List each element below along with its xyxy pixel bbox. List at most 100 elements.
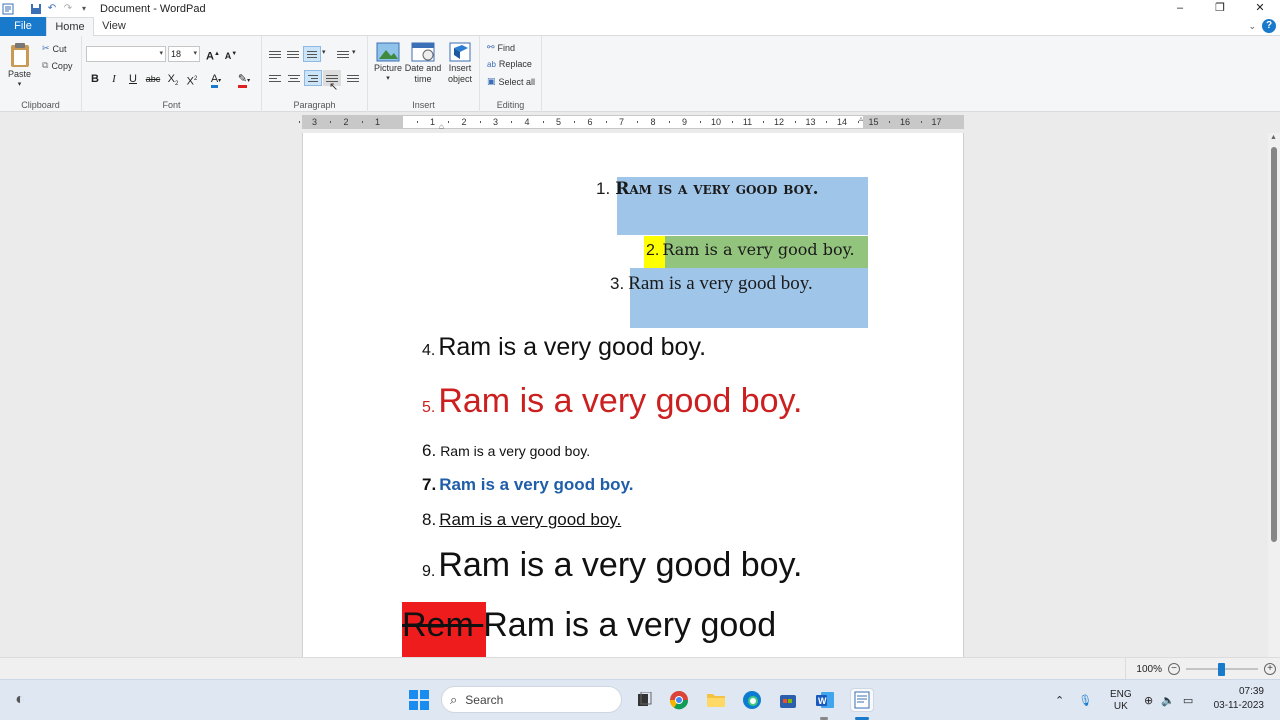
horizontal-ruler[interactable]: ⌂ ▵ 3 2 1 1 2 3 4 5 6 7 8 9 10 11 12 13 14 15 16 17 xyxy=(298,114,964,131)
vertical-scrollbar[interactable]: ▲ xyxy=(1268,133,1280,657)
clock[interactable]: 07:39 03-11-2023 xyxy=(1214,685,1264,713)
help-icon[interactable]: ? xyxy=(1262,19,1276,33)
ribbon-tabs: File Home View ⌄ ? xyxy=(0,17,1280,37)
chrome-icon[interactable] xyxy=(667,688,691,712)
list-item-1[interactable]: 1. Ram is a very good boy. xyxy=(596,179,819,199)
wordpad-taskbar-icon[interactable] xyxy=(850,688,874,712)
list-button[interactable] xyxy=(303,46,321,62)
ruler-tick xyxy=(574,121,576,123)
list-text: Ram is a very good boy. xyxy=(440,443,591,459)
date-time-button[interactable]: Date and time xyxy=(404,42,442,85)
zoom-slider-knob[interactable] xyxy=(1218,663,1225,676)
tab-view[interactable]: View xyxy=(96,17,132,37)
scrollbar-thumb[interactable] xyxy=(1271,147,1277,542)
widgets-icon[interactable]: ◐ xyxy=(8,688,32,712)
language-indicator[interactable]: ENG UK xyxy=(1110,680,1132,720)
file-explorer-icon[interactable] xyxy=(704,688,728,712)
undo-icon[interactable]: ↶ xyxy=(44,2,60,16)
list-item-4[interactable]: 4. Ram is a very good boy. xyxy=(422,333,706,362)
clock-date: 03-11-2023 xyxy=(1213,700,1264,711)
subscript-button[interactable]: X2 xyxy=(164,71,182,87)
scroll-up-icon[interactable]: ▲ xyxy=(1270,134,1277,141)
italic-button[interactable]: I xyxy=(105,71,123,87)
ruler-indent-marker[interactable]: ⌂ xyxy=(439,122,444,131)
minimize-button[interactable]: – xyxy=(1160,0,1200,17)
list-item-3[interactable]: 3. Ram is a very good boy. xyxy=(610,273,813,295)
cut-button[interactable]: ✂ Cut xyxy=(42,43,67,54)
ruler-number: 8 xyxy=(650,117,656,127)
list-item-10[interactable]: Rem Ram is a very good xyxy=(402,606,776,645)
customize-qat-icon[interactable]: ▾ xyxy=(76,2,92,16)
zoom-in-button[interactable]: + xyxy=(1264,663,1276,675)
tray-chevron-icon[interactable]: ⌃ xyxy=(1055,694,1064,707)
edge-icon[interactable] xyxy=(740,688,764,712)
list-number: 6. xyxy=(422,441,437,460)
find-button[interactable]: ⚯ Find xyxy=(487,42,515,53)
zoom-level: 100% xyxy=(1136,663,1162,675)
volume-icon[interactable]: 🔈 xyxy=(1161,694,1175,707)
ruler-right-indent-marker[interactable]: ▵ xyxy=(859,114,863,123)
line-spacing-button[interactable] xyxy=(334,46,352,62)
list-number: 9. xyxy=(422,563,436,580)
shrink-font-button[interactable]: A▼ xyxy=(222,46,240,62)
scissors-icon: ✂ xyxy=(42,43,50,53)
zoom-out-button[interactable]: − xyxy=(1168,663,1180,675)
list-item-5[interactable]: 5.Ram is a very good boy. xyxy=(422,382,802,421)
text-color-button[interactable]: A▾ xyxy=(204,71,228,88)
list-item-8[interactable]: 8. Ram is a very good boy. xyxy=(422,510,621,530)
insert-object-button[interactable]: Insert object xyxy=(444,42,476,85)
font-size-select[interactable]: 18 ▾ xyxy=(168,46,200,62)
start-icon[interactable] xyxy=(407,688,431,712)
line-spacing-dropdown[interactable]: ▾ xyxy=(352,48,356,56)
save-icon[interactable] xyxy=(28,2,44,16)
editing-group: ⚯ Find ab Replace ▣ Select all Editing xyxy=(480,36,542,112)
list-text: Ram is a very good boy. xyxy=(439,510,622,529)
ruler-tick xyxy=(668,121,670,123)
highlight-color-button[interactable]: ✎▾ xyxy=(232,71,256,88)
redo-icon[interactable]: ↷ xyxy=(60,2,76,16)
strikethrough-button[interactable]: abc xyxy=(144,71,162,87)
network-icon[interactable]: ⊕ xyxy=(1144,694,1153,707)
font-family-select[interactable]: ▾ xyxy=(86,46,166,62)
tab-file[interactable]: File xyxy=(0,17,46,36)
taskbar-search[interactable]: ⌕ Search xyxy=(441,686,622,713)
restore-button[interactable]: ❐ xyxy=(1200,0,1240,17)
paragraph-settings-button[interactable] xyxy=(344,70,362,86)
battery-icon[interactable]: ▭ xyxy=(1183,694,1193,707)
list-number: 4. xyxy=(422,342,436,359)
align-right-button[interactable] xyxy=(304,70,322,86)
copy-button[interactable]: ⧉ Copy xyxy=(42,60,72,71)
ruler-number: 7 xyxy=(618,117,625,127)
struck-text: Rem xyxy=(402,606,484,644)
close-button[interactable]: ✕ xyxy=(1240,0,1280,17)
increase-indent-button[interactable] xyxy=(284,46,302,62)
tab-home[interactable]: Home xyxy=(46,17,94,37)
decrease-indent-button[interactable] xyxy=(266,46,284,62)
list-item-6[interactable]: 6. Ram is a very good boy. xyxy=(422,441,590,461)
collapse-ribbon-icon[interactable]: ⌄ xyxy=(1248,21,1256,32)
underline-button[interactable]: U xyxy=(124,71,142,87)
align-left-button[interactable] xyxy=(266,70,284,86)
zoom-control: 100% − + xyxy=(1125,658,1280,680)
select-all-button[interactable]: ▣ Select all xyxy=(487,76,535,87)
list-item-9[interactable]: 9.Ram is a very good boy. xyxy=(422,546,802,585)
grow-font-button[interactable]: A▲ xyxy=(204,46,222,63)
microphone-icon[interactable]: 🎙 xyxy=(1078,694,1092,707)
list-item-7[interactable]: 7. Ram is a very good boy. xyxy=(422,475,633,495)
replace-button[interactable]: ab Replace xyxy=(487,59,532,69)
paste-button[interactable]: Paste ▾ xyxy=(8,42,31,88)
app-icon[interactable] xyxy=(0,2,16,16)
bold-button[interactable]: B xyxy=(86,71,104,87)
list-dropdown[interactable]: ▾ xyxy=(322,48,326,56)
document-page[interactable]: 1. Ram is a very good boy. 2. Ram is a ver… xyxy=(302,133,964,657)
list-item-2[interactable]: 2. Ram is a very good boy. xyxy=(646,240,855,260)
ruler-number: 1 xyxy=(429,117,436,127)
store-icon[interactable] xyxy=(776,688,800,712)
zoom-slider[interactable] xyxy=(1186,663,1258,676)
task-view-icon[interactable] xyxy=(632,688,656,712)
superscript-button[interactable]: X2 xyxy=(183,71,201,88)
taskbar: ◐ ⌕ Search W ⌃ 🎙 ENG UK ⊕ 🔈 ▭ 07:39 03-1… xyxy=(0,679,1280,720)
align-center-button[interactable] xyxy=(285,70,303,86)
word-icon[interactable]: W xyxy=(813,688,837,712)
picture-button[interactable]: Picture ▾ xyxy=(372,42,404,82)
